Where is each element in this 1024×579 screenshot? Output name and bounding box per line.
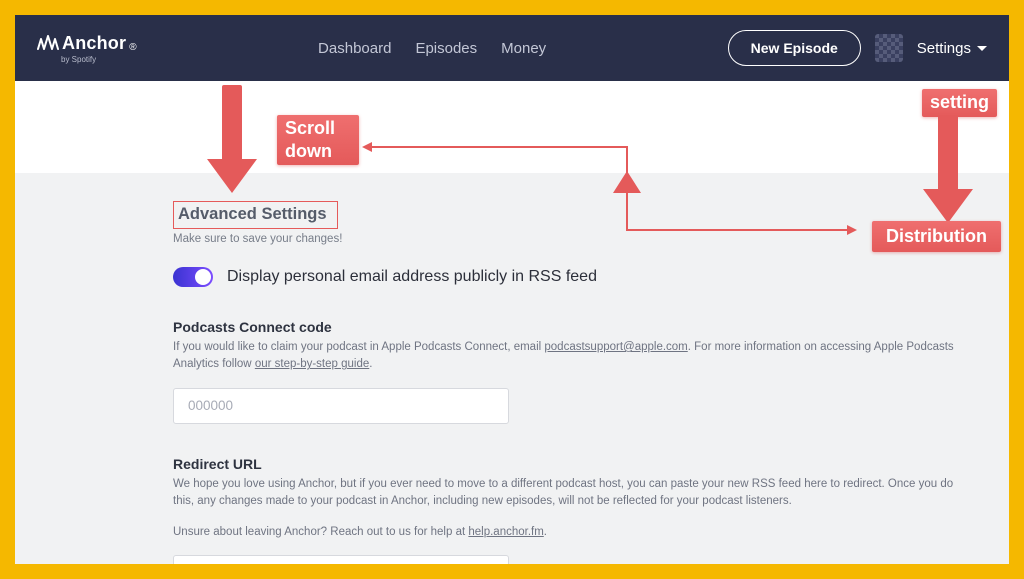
annotation-connector-line-3 bbox=[626, 193, 628, 231]
annotation-distribution: Distribution bbox=[872, 221, 1001, 252]
advanced-settings-heading: Advanced Settings bbox=[173, 201, 338, 229]
annotation-connector-line-1 bbox=[372, 146, 628, 148]
app-frame: Anchor ® by Spotify Dashboard Episodes M… bbox=[15, 15, 1009, 564]
podcasts-connect-guide-link[interactable]: our step-by-step guide bbox=[255, 358, 369, 370]
annotation-connector-arrow-right-icon bbox=[847, 225, 857, 235]
nav-episodes[interactable]: Episodes bbox=[415, 40, 477, 57]
new-episode-button[interactable]: New Episode bbox=[728, 30, 861, 66]
navbar: Anchor ® by Spotify Dashboard Episodes M… bbox=[15, 15, 1009, 81]
annotation-connector-triangle-icon bbox=[613, 171, 641, 193]
top-strip bbox=[15, 81, 1009, 173]
advanced-settings-subtext: Make sure to save your changes! bbox=[173, 233, 987, 245]
rss-email-toggle-label: Display personal email address publicly … bbox=[227, 268, 597, 286]
annotation-connector-line-2 bbox=[626, 146, 628, 174]
annotation-connector-arrow-left-icon bbox=[362, 142, 372, 152]
nav-center: Dashboard Episodes Money bbox=[318, 40, 546, 57]
podcasts-connect-desc: If you would like to claim your podcast … bbox=[173, 339, 977, 374]
brand: Anchor ® by Spotify bbox=[37, 33, 137, 64]
nav-right: New Episode Settings bbox=[728, 30, 987, 66]
annotation-setting: setting bbox=[922, 89, 997, 117]
redirect-url-input[interactable] bbox=[173, 555, 509, 564]
annotation-scroll: Scroll down bbox=[277, 115, 359, 165]
annotation-setting-arrow-icon bbox=[923, 115, 973, 230]
podcasts-connect-title: Podcasts Connect code bbox=[173, 319, 987, 335]
settings-dropdown[interactable]: Settings bbox=[917, 40, 987, 57]
redirect-url-title: Redirect URL bbox=[173, 456, 987, 472]
avatar[interactable] bbox=[875, 34, 903, 62]
brand-subtitle: by Spotify bbox=[37, 55, 137, 64]
redirect-url-desc: We hope you love using Anchor, but if yo… bbox=[173, 476, 977, 511]
brand-name: Anchor bbox=[62, 33, 126, 54]
caret-down-icon bbox=[977, 46, 987, 51]
podcasts-connect-code-input[interactable] bbox=[173, 388, 509, 424]
nav-dashboard[interactable]: Dashboard bbox=[318, 40, 391, 57]
redirect-help-link[interactable]: help.anchor.fm bbox=[468, 526, 543, 538]
annotation-scroll-arrow-icon bbox=[207, 85, 257, 200]
rss-email-toggle[interactable] bbox=[173, 267, 213, 287]
annotation-connector-line-4 bbox=[626, 229, 848, 231]
redirect-url-unsure: Unsure about leaving Anchor? Reach out t… bbox=[173, 524, 977, 541]
nav-money[interactable]: Money bbox=[501, 40, 546, 57]
podcasts-connect-email-link[interactable]: podcastsupport@apple.com bbox=[544, 341, 687, 353]
content-area: Advanced Settings Make sure to save your… bbox=[15, 173, 1009, 564]
settings-dropdown-label: Settings bbox=[917, 40, 971, 57]
anchor-logo-icon bbox=[37, 35, 59, 51]
